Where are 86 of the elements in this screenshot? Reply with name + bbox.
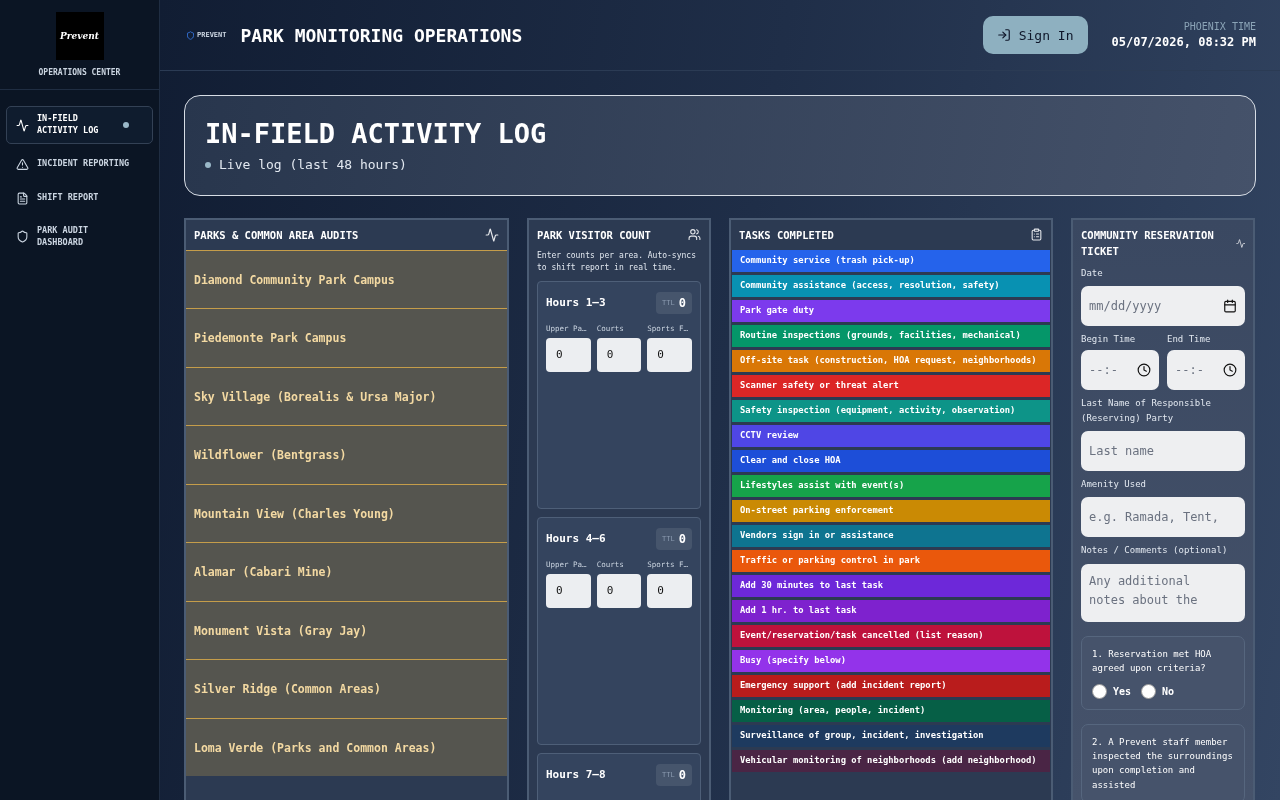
current-time: 05/07/2026, 08:32 PM: [1111, 35, 1256, 49]
status-text: Live log (last 48 hours): [219, 157, 407, 172]
calendar-icon: [1223, 298, 1237, 313]
input-field[interactable]: e.g. Ramada, Tent,: [1081, 497, 1245, 538]
task-button[interactable]: Vendors sign in or assistance: [732, 524, 1050, 547]
task-button[interactable]: Lifestyles assist with event(s): [732, 474, 1050, 497]
nav-item[interactable]: INCIDENT REPORTING: [6, 150, 153, 178]
task-button[interactable]: Scanner safety or threat alert: [732, 374, 1050, 397]
sign-in-icon: [996, 28, 1011, 42]
task-button[interactable]: Traffic or parking control in park: [732, 549, 1050, 572]
task-button[interactable]: Park gate duty: [732, 299, 1050, 322]
clipboard-icon: [1030, 228, 1043, 241]
task-button[interactable]: Vehicular monitoring of neighborhoods (add neighborhood): [732, 749, 1050, 772]
sidebar-subtitle: OPERATIONS CENTER: [38, 68, 121, 77]
input-field[interactable]: --:-: [1167, 350, 1245, 391]
count-input[interactable]: 0: [647, 337, 692, 372]
question-text: 2. A Prevent staff member inspected the surroundings upon completion and assisted: [1092, 735, 1234, 792]
count-input[interactable]: 0: [546, 337, 591, 372]
time-label: PHOENIX TIME: [1183, 21, 1256, 32]
task-button[interactable]: CCTV review: [732, 424, 1050, 447]
radio-button[interactable]: [1141, 683, 1157, 699]
task-button[interactable]: Community service (trash pick-up): [732, 249, 1050, 272]
task-button[interactable]: Add 30 minutes to last task: [732, 574, 1050, 597]
panel-note: Enter counts per area. Auto-syncs to shift report in real time.: [537, 249, 697, 275]
park-item[interactable]: Silver Ridge (Common Areas): [186, 659, 507, 718]
page-title: IN-FIELD ACTIVITY LOG: [205, 118, 548, 149]
radio-option[interactable]: Yes: [1092, 683, 1132, 699]
pulse-icon: [1235, 238, 1245, 249]
park-item[interactable]: Piedemonte Park Campus: [186, 308, 507, 367]
pulse-icon: [16, 118, 29, 132]
park-item[interactable]: Diamond Community Park Campus: [186, 249, 507, 309]
panel-title: PARKS & COMMON AREA AUDITS: [194, 228, 359, 243]
nav-item[interactable]: PARK AUDIT DASHBOARD: [6, 218, 153, 256]
pulse-icon: [485, 228, 499, 242]
task-button[interactable]: Surveillance of group, incident, investigation: [732, 724, 1050, 747]
logo: Prevent: [55, 12, 104, 60]
people-icon: [688, 228, 701, 241]
radio-button[interactable]: [1092, 683, 1107, 699]
shield-icon: [16, 230, 29, 244]
park-item[interactable]: Sky Village (Borealis & Ursa Major): [186, 366, 507, 426]
park-item[interactable]: Alamar (Cabari Mine): [186, 542, 507, 601]
radio-option[interactable]: No: [1141, 683, 1175, 699]
panel-title: COMMUNITY RESERVATION TICKET: [1081, 228, 1215, 259]
task-button[interactable]: Community assistance (access, resolution, safety): [732, 274, 1050, 297]
hours-label: Hours 1–3: [546, 296, 606, 310]
count-input[interactable]: 0: [596, 337, 642, 372]
field-label: Begin Time: [1081, 332, 1137, 346]
field-label: Date: [1081, 266, 1104, 280]
app-title: PARK MONITORING OPERATIONS: [240, 24, 524, 46]
input-field[interactable]: --:-: [1081, 350, 1159, 391]
task-button[interactable]: Monitoring (area, people, incident): [732, 699, 1050, 722]
park-item[interactable]: Wildflower (Bentgrass): [186, 425, 507, 484]
panel-title: TASKS COMPLETED: [739, 228, 834, 243]
input-field[interactable]: mm/dd/yyyy: [1081, 285, 1245, 326]
park-item[interactable]: Monument Vista (Gray Jay): [186, 600, 507, 660]
task-button[interactable]: Safety inspection (equipment, activity, observation): [732, 399, 1050, 422]
task-button[interactable]: Event/reservation/task cancelled (list reason): [732, 624, 1050, 647]
sign-in-button[interactable]: Sign In: [982, 16, 1088, 54]
task-button[interactable]: Add 1 hr. to last task: [732, 599, 1050, 622]
task-button[interactable]: Routine inspections (grounds, facilities, mechanical): [732, 324, 1050, 347]
input-field[interactable]: Last name: [1081, 431, 1245, 472]
status-dot: [205, 161, 211, 168]
field-label: Amenity Used: [1081, 478, 1148, 492]
question-text: 1. Reservation met HOA agreed upon criteria?: [1092, 647, 1213, 676]
clock-icon: [1137, 363, 1151, 378]
task-button[interactable]: Clear and close HOA: [732, 449, 1050, 472]
clock-icon: [1223, 363, 1237, 378]
task-button[interactable]: Emergency support (add incident report): [732, 674, 1050, 697]
task-button[interactable]: Busy (specify below): [732, 649, 1050, 672]
nav-item[interactable]: SHIFT REPORT: [6, 184, 153, 212]
task-button[interactable]: Off-site task (construction, HOA request, neighborhoods): [732, 349, 1050, 372]
document-icon: [16, 191, 29, 205]
panel-title: PARK VISITOR COUNT: [537, 228, 651, 243]
count-input[interactable]: 0: [546, 573, 591, 608]
field-label: End Time: [1167, 332, 1212, 346]
count-input[interactable]: 0: [647, 573, 692, 608]
field-label: Notes / Comments (optional): [1081, 544, 1229, 558]
park-item[interactable]: Mountain View (Charles Young): [186, 483, 507, 543]
count-input[interactable]: 0: [596, 573, 642, 608]
hours-label: Hours 7–8: [546, 768, 606, 782]
warning-icon: [16, 157, 29, 171]
park-item[interactable]: Loma Verde (Parks and Common Areas): [186, 717, 507, 777]
hours-label: Hours 4–6: [546, 532, 606, 546]
field-label: Last Name of Responsible (Reserving) Party: [1081, 397, 1213, 425]
nav-item[interactable]: IN-FIELD ACTIVITY LOG: [6, 106, 153, 144]
notes-field[interactable]: Any additional notes about the: [1081, 563, 1245, 622]
